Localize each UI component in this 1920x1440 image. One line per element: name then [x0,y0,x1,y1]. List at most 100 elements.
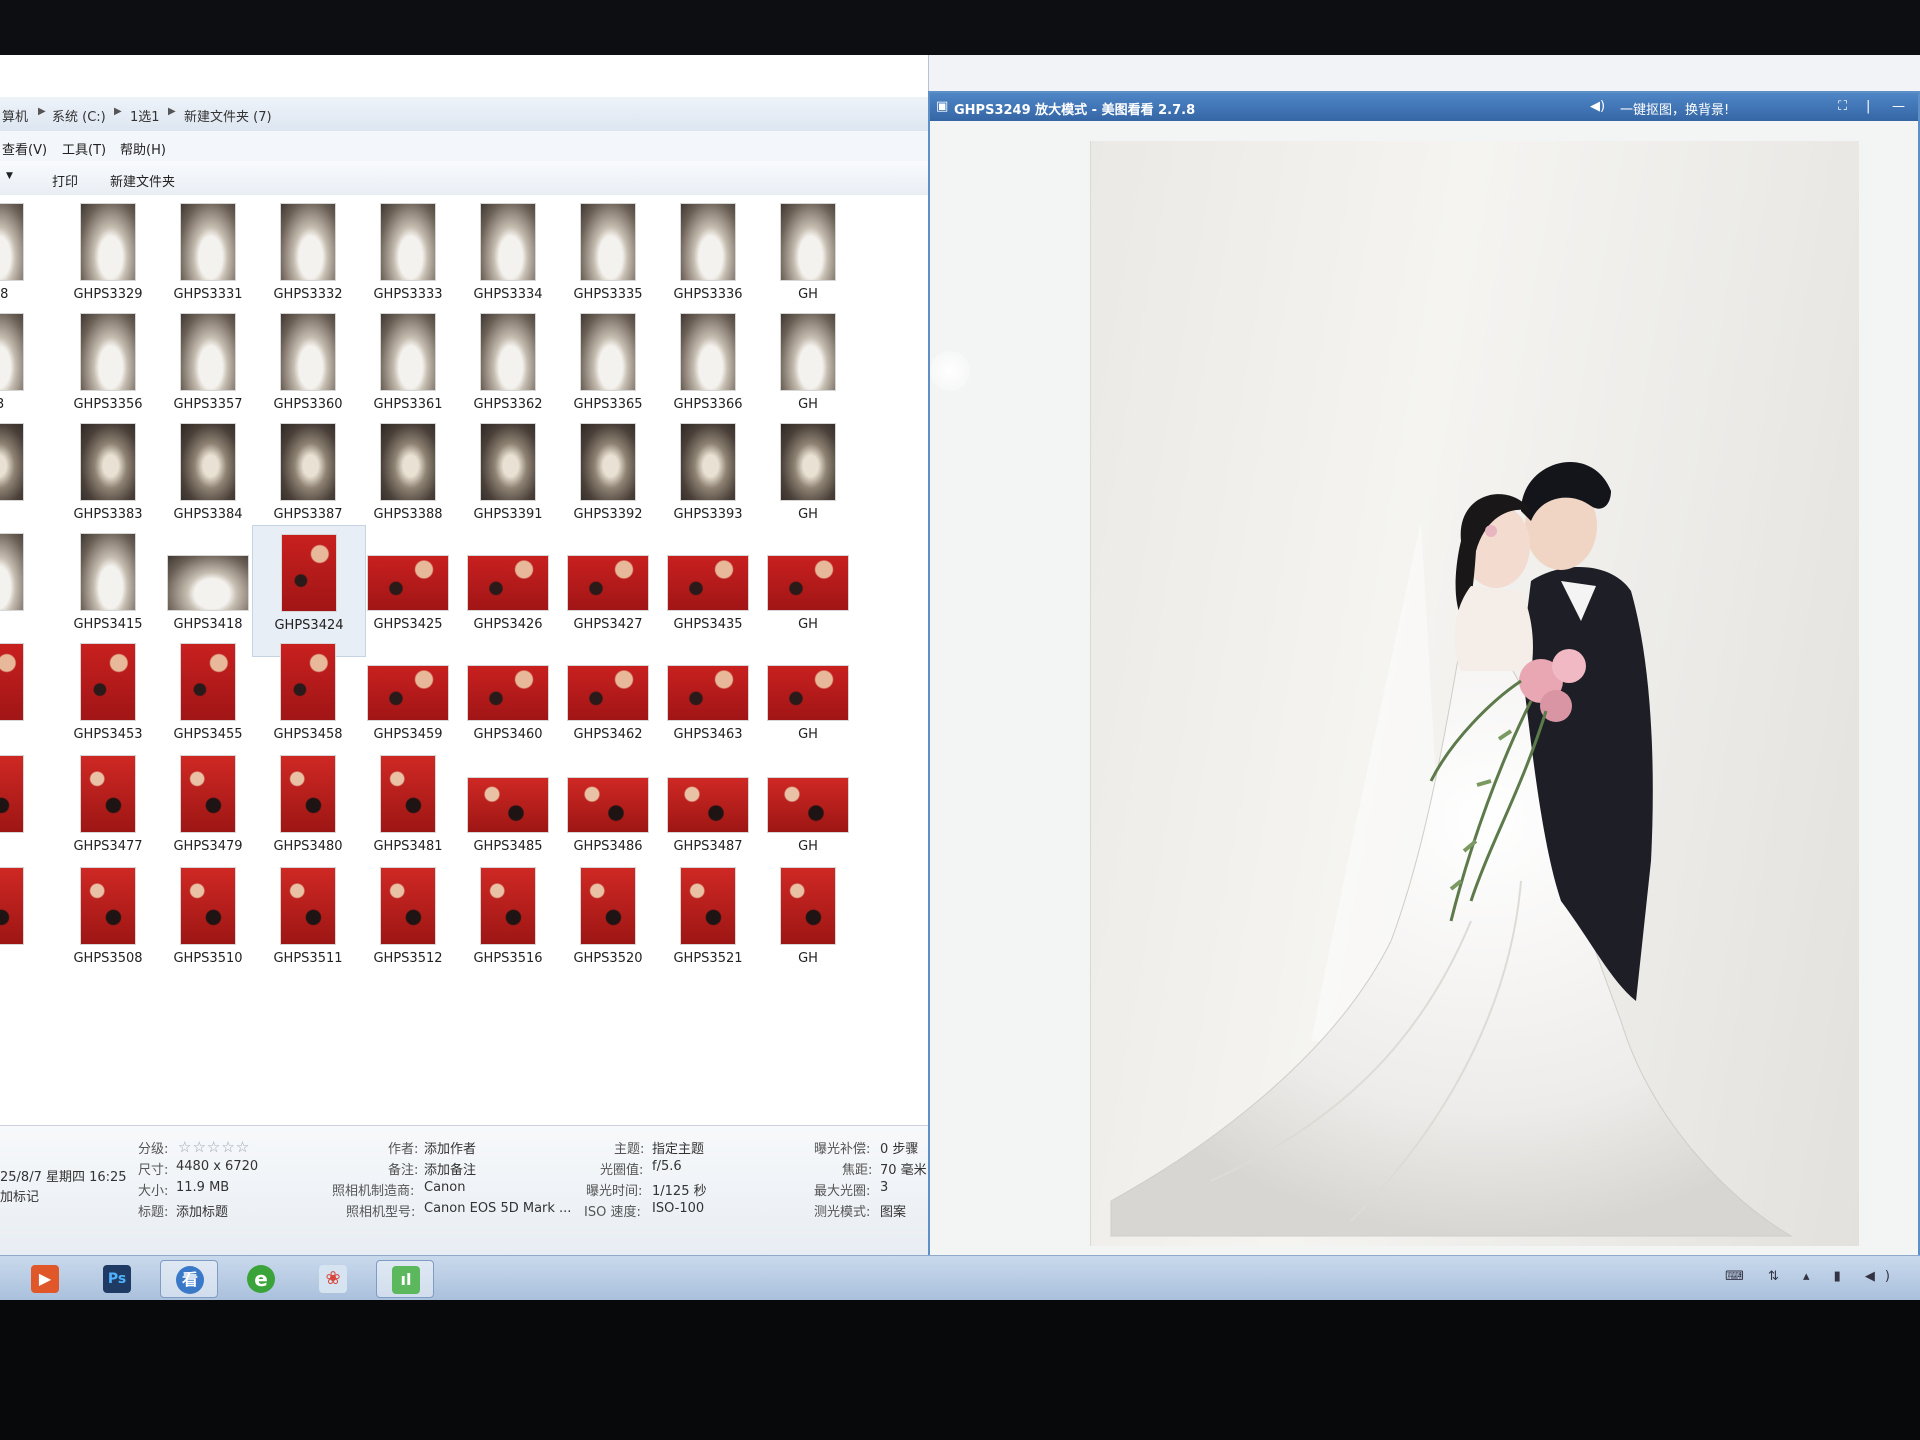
thumbnail-image [367,555,449,611]
thumbnail-item[interactable] [0,859,52,989]
address-bar[interactable]: 算机 ▶ 系统 (C:) ▶ 1选1 ▶ 新建文件夹 (7) [0,97,928,132]
breadcrumb-drive-c[interactable]: 系统 (C:) [52,106,106,125]
thumbnail-filename: GHPS3361 [373,397,443,412]
thumbnail-item[interactable]: GHPS3462 [552,635,664,765]
thumbnail-item[interactable]: GHPS3485 [452,747,564,877]
thumbnail-item[interactable]: GHPS3453 [52,635,164,765]
thumbnail-image [680,867,736,945]
viewer-title-bar[interactable]: ▣ GHPS3249 放大模式 - 美图看看 2.7.8 ◀) 一键抠图，换背景… [930,93,1918,121]
taskbar-chart-app-button[interactable]: ıl [376,1260,434,1298]
thumbnail-image [780,423,836,501]
thumbnail-filename: GHPS3336 [673,287,743,302]
thumbnail-item[interactable]: GHPS3481 [352,747,464,877]
filesize-value: 11.9 MB [176,1180,230,1195]
thumbnail-item[interactable]: GHPS3511 [252,859,364,989]
cloud-icon: ❀ [319,1265,347,1293]
taskbar-cloud-button[interactable]: ❀ [304,1260,362,1298]
thumbnail-image [180,643,236,721]
thumbnail-filename: GHPS3520 [573,951,643,966]
menu-view[interactable]: 查看(V) [2,139,47,158]
thumbnail-item[interactable]: GHPS3508 [52,859,164,989]
thumbnail-item[interactable]: GHPS3516 [452,859,564,989]
thumbnail-item[interactable] [0,747,52,877]
thumbnail-filename: GHPS3458 [273,727,343,742]
speaker-icon[interactable]: ◀) [1590,99,1605,114]
thumbnail-item[interactable]: GHPS3455 [152,635,264,765]
taskbar-photoshop-button[interactable]: Ps [88,1260,146,1298]
minimize-icon[interactable]: — [1892,99,1905,114]
breadcrumb-folder-1of1[interactable]: 1选1 [130,106,160,125]
thumbnail-item[interactable]: GHPS3487 [652,747,764,877]
thumbnail-item[interactable]: GHPS3512 [352,859,464,989]
thumbnail-filename: GHPS3331 [173,287,243,302]
monitor-bezel-bottom [0,1300,1920,1440]
new-folder-button[interactable]: 新建文件夹 [110,171,175,190]
thumbnail-filename: GHPS3393 [673,507,743,522]
thumbnail-item[interactable]: GH [752,635,864,765]
thumbnail-filename: GHPS3335 [573,287,643,302]
tag-text[interactable]: 加标记 [0,1186,39,1205]
thumbnail-item[interactable]: GHPS3510 [152,859,264,989]
thumbnail-item[interactable]: GHPS3486 [552,747,664,877]
thumbnail-image [180,867,236,945]
thumbnail-image [180,203,236,281]
menu-tools[interactable]: 工具(T) [62,139,106,158]
menu-help[interactable]: 帮助(H) [120,139,166,158]
thumbnail-image [480,867,536,945]
exposure-time-value: 1/125 秒 [652,1184,707,1199]
camera-model-value: Canon EOS 5D Mark ... [424,1201,572,1216]
taskbar-ie-browser-button[interactable]: e [232,1260,290,1298]
subject-value[interactable]: 指定主题 [652,1138,704,1157]
thumbnail-item[interactable] [0,635,52,765]
aperture-value: f/5.6 [652,1159,682,1174]
thumbnail-filename: GHPS3365 [573,397,643,412]
taskbar-media-player-button[interactable]: ▶ [16,1260,74,1298]
thumbnail-image [0,203,24,281]
system-tray[interactable]: ⌨ ⇅ ▴ ▮ ◀) [1725,1269,1900,1284]
breadcrumb-current-folder[interactable]: 新建文件夹 (7) [184,106,272,125]
photoshop-icon: Ps [103,1265,131,1293]
thumbnail-image [180,313,236,391]
thumbnail-filename: GH [798,287,818,302]
thumbnail-item[interactable]: GHPS3463 [652,635,764,765]
taskbar-meitu-viewer-button[interactable]: 看 [160,1260,218,1298]
thumbnail-item[interactable]: GH [752,747,864,877]
thumbnail-item[interactable]: GHPS3459 [352,635,464,765]
thumbnail-filename: GHPS3334 [473,287,543,302]
max-aperture-value: 3 [880,1180,889,1195]
thumbnail-filename: GHPS3435 [673,617,743,632]
metering-mode-value: 图案 [880,1205,907,1220]
thumbnail-filename: GH [798,839,818,854]
thumbnail-image [280,643,336,721]
author-label: 作者: [388,1142,419,1157]
viewer-promo-link[interactable]: 一键抠图，换背景! [1620,99,1729,118]
comment-value[interactable]: 添加备注 [424,1159,476,1178]
thumbnail-filename: GHPS3487 [673,839,743,854]
exposure-time-label: 曝光时间: [586,1184,643,1199]
thumbnail-item[interactable]: GHPS3480 [252,747,364,877]
thumbnail-filename: GH [798,727,818,742]
thumbnail-item[interactable]: GHPS3477 [52,747,164,877]
rating-stars[interactable]: ☆☆☆☆☆ [178,1138,250,1156]
print-button[interactable]: 打印 [52,171,78,190]
breadcrumb-computer[interactable]: 算机 [2,106,28,125]
author-value[interactable]: 添加作者 [424,1138,476,1157]
thumbnail-item[interactable]: GHPS3479 [152,747,264,877]
thumbnail-item[interactable]: GHPS3521 [652,859,764,989]
media-player-icon: ▶ [31,1265,59,1293]
thumbnail-image [280,867,336,945]
camera-maker-label: 照相机制造商: [332,1184,415,1199]
dropdown-arrow-icon[interactable]: ▼ [6,171,13,181]
max-aperture-label: 最大光圈: [814,1184,871,1199]
viewer-app-icon: ▣ [936,99,949,114]
thumbnail-item[interactable]: GHPS3460 [452,635,564,765]
title-value[interactable]: 添加标题 [176,1201,228,1220]
fullscreen-icon[interactable]: ⛶ [1838,99,1847,114]
thumbnail-item[interactable]: GHPS3458 [252,635,364,765]
thumbnail-item[interactable]: GH [752,859,864,989]
thumbnail-image [0,867,24,945]
thumbnail-image [480,313,536,391]
thumbnail-filename: GHPS3418 [173,617,243,632]
thumbnail-item[interactable]: GHPS3520 [552,859,664,989]
viewer-canvas[interactable] [930,121,1918,1257]
